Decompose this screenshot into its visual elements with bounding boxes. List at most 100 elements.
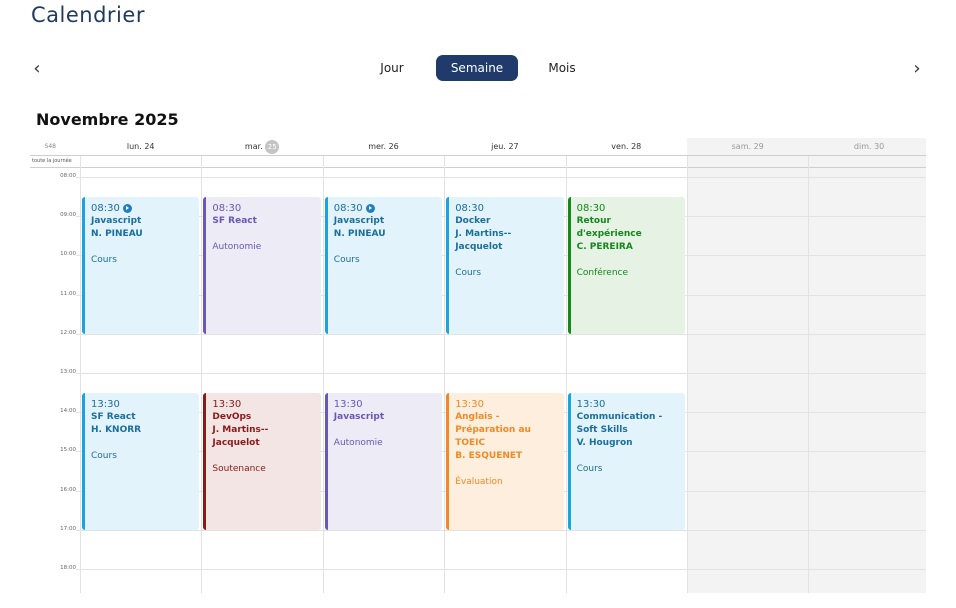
- event-type: Soutenance: [212, 463, 266, 474]
- day-column-divider: [201, 156, 203, 593]
- day-column-divider: [808, 156, 810, 593]
- event-teacher: J. Martins--Jacquelot: [212, 424, 269, 448]
- hour-line: [76, 529, 926, 531]
- event-time-label: 13:30: [91, 398, 120, 410]
- hour-label: 14:00: [60, 408, 76, 415]
- event-time: 08:30: [212, 202, 314, 215]
- page-title: Calendrier: [31, 3, 145, 27]
- hour-label: 16:00: [60, 486, 76, 493]
- weekend-column-bg: [808, 138, 926, 593]
- video-call-icon: [122, 203, 132, 213]
- event-type: Conférence: [576, 267, 629, 278]
- hour-line: [76, 177, 926, 178]
- event-time: 13:30: [212, 398, 314, 411]
- all-day-label: toute la journée: [32, 158, 72, 164]
- weekend-column-bg: [687, 138, 809, 593]
- day-header[interactable]: sam. 29: [687, 138, 808, 155]
- previous-week-button[interactable]: ‹: [27, 59, 47, 79]
- hour-label: 15:00: [60, 447, 76, 454]
- event-card[interactable]: 13:30 DevOps J. Martins--Jacquelot Soutenan…: [203, 392, 321, 530]
- event-title: Communication - Soft Skills: [576, 411, 663, 435]
- event-title: SF React: [91, 411, 136, 422]
- day-header-label: mer. 26: [368, 142, 399, 151]
- hour-label: 08:00: [60, 173, 76, 179]
- event-teacher: N. PINEAU: [91, 228, 143, 239]
- event-time: 08:30: [334, 202, 436, 215]
- day-header[interactable]: lun. 24: [80, 138, 201, 155]
- event-time-label: 08:30: [333, 202, 363, 214]
- event-time-label: 08:30: [212, 202, 242, 214]
- event-type: Autonomie: [212, 241, 262, 252]
- day-column-divider: [322, 156, 324, 593]
- hour-label: 18:00: [60, 565, 76, 571]
- event-type: Cours: [576, 463, 603, 474]
- week-number: S48: [44, 143, 56, 150]
- event-teacher: B. ESQUENET: [455, 450, 523, 461]
- event-time: 08:30: [455, 202, 557, 215]
- day-column-divider: [444, 156, 446, 593]
- event-type: Autonomie: [333, 437, 383, 448]
- event-title: DevOps: [212, 411, 252, 422]
- event-title: SF React: [212, 215, 257, 226]
- view-week-button[interactable]: Semaine: [436, 55, 518, 81]
- week-calendar-grid: 08:00 09:00 10:00 11:00 12:00 13:00 14:00 15:00…: [30, 138, 926, 593]
- event-card[interactable]: 08:30 Javascript N. PINEAU Cours: [82, 196, 200, 334]
- day-header-label: jeu. 27: [491, 142, 519, 151]
- event-time-label: 08:30: [91, 202, 120, 214]
- event-type: Cours: [91, 254, 117, 265]
- event-type: Évaluation: [455, 476, 503, 487]
- hour-line: [76, 373, 926, 374]
- event-card[interactable]: 08:30 Javascript N. PINEAU Cours: [324, 196, 443, 334]
- event-title: Javascript: [333, 411, 385, 422]
- event-time-label: 13:30: [333, 398, 363, 410]
- event-time: 13:30: [577, 398, 679, 411]
- event-teacher: J. Martins--Jacquelot: [455, 228, 512, 252]
- hour-label: 09:00: [60, 212, 76, 219]
- event-type: Cours: [333, 254, 360, 265]
- day-column-divider: [687, 156, 688, 593]
- event-time: 08:30: [577, 202, 679, 215]
- header-separator: [30, 155, 926, 156]
- event-title: Javascript: [333, 215, 385, 226]
- event-card[interactable]: 13:30 Javascript Autonomie: [324, 392, 443, 530]
- next-week-button[interactable]: ›: [907, 59, 927, 79]
- view-day-button[interactable]: Jour: [366, 55, 418, 81]
- event-card[interactable]: 13:30 Communication - Soft Skills V. Hougr…: [567, 392, 685, 530]
- event-title: Retour d'expérience: [576, 215, 642, 239]
- event-card[interactable]: 13:30 Anglais - Préparation au TOEIC B. ES…: [446, 392, 564, 530]
- event-time: 13:30: [455, 398, 557, 411]
- today-badge: 25: [265, 139, 280, 154]
- day-header[interactable]: ven. 28: [566, 138, 687, 155]
- day-header-label: sam. 29: [731, 142, 764, 151]
- day-header[interactable]: mer. 26: [323, 138, 444, 155]
- event-card[interactable]: 13:30 SF React H. KNORR Cours: [82, 392, 200, 530]
- event-card[interactable]: 08:30 SF React Autonomie: [203, 196, 321, 334]
- day-column-divider: [80, 156, 81, 593]
- video-call-icon: [365, 203, 375, 213]
- event-teacher: H. KNORR: [91, 424, 142, 435]
- hour-label: 10:00: [60, 251, 76, 258]
- event-card[interactable]: 08:30 Docker J. Martins--Jacquelot Cours: [446, 196, 564, 334]
- hour-label: 13:00: [60, 369, 76, 375]
- month-label: Novembre 2025: [36, 110, 179, 129]
- view-month-button[interactable]: Mois: [536, 55, 588, 81]
- day-header[interactable]: dim. 30: [808, 138, 926, 155]
- event-title: Docker: [455, 215, 491, 226]
- event-teacher: C. PEREIRA: [576, 241, 633, 252]
- day-header-label: dim. 30: [853, 142, 885, 151]
- day-column-divider: [565, 156, 567, 593]
- hour-label: 17:00: [60, 525, 76, 532]
- event-card[interactable]: 08:30 Retour d'expérience C. PEREIRA Confér…: [567, 196, 685, 334]
- event-time-label: 08:30: [576, 202, 606, 214]
- event-time: 08:30: [91, 202, 193, 215]
- header-separator: [30, 167, 926, 168]
- event-time-label: 13:30: [576, 398, 606, 410]
- day-header-label: ven. 28: [611, 142, 642, 151]
- day-header-label: lun. 24: [126, 142, 155, 151]
- day-header[interactable]: jeu. 27: [444, 138, 565, 155]
- day-header[interactable]: mar. 25: [201, 138, 322, 155]
- event-title: Javascript: [91, 215, 142, 226]
- event-time-label: 08:30: [455, 202, 485, 214]
- event-time-label: 13:30: [455, 398, 485, 410]
- event-type: Cours: [91, 450, 117, 461]
